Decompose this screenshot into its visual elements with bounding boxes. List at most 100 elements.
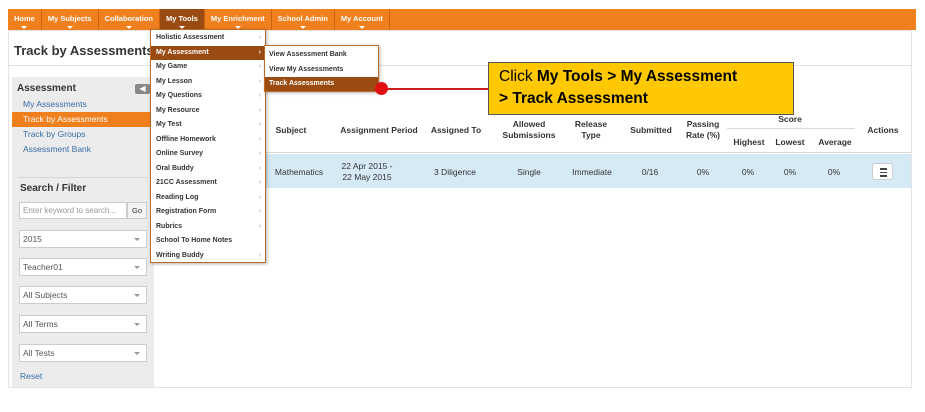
test-select[interactable]: All Tests [19,344,147,362]
submenu-arrow-icon: › [258,150,261,157]
submenu-item-view-my-assessments[interactable]: View My Assessments [265,63,378,77]
search-input[interactable]: Enter keyword to search... [19,202,127,219]
menu-item-label: My Lesson [156,77,193,85]
menu-item-label: My Assessment [156,48,209,56]
menu-item-reading-log[interactable]: Reading Log › [151,191,265,206]
year-select[interactable]: 2015 [19,230,147,248]
cell-period-end: 22 May 2015 [342,172,392,182]
submenu-item-view-assessment-bank[interactable]: View Assessment Bank [265,48,378,62]
menu-item-label: Holistic Assessment [156,34,225,41]
menu-item-my-questions[interactable]: My Questions › [151,89,265,104]
menu-item-my-test[interactable]: My Test › [151,118,265,133]
term-select-value: All Terms [23,319,58,329]
test-select-value: All Tests [23,348,55,358]
my-assessment-submenu: View Assessment Bank View My Assessments T… [264,45,379,92]
menu-item-my-assessment[interactable]: My Assessment › [151,45,265,60]
menu-item-label: My Game [156,63,188,70]
col-allowed-submissions: Allowed Submissions [502,119,556,140]
col-submitted: Submitted [630,125,672,135]
year-select-value: 2015 [23,234,42,244]
nav-item-label: My Subjects [47,14,92,23]
col-passing-rate: Passing Rate (%) [685,119,720,140]
menu-item-label: Online Survey [156,150,204,157]
go-button[interactable]: Go [127,202,147,219]
menu-item-online-survey[interactable]: Online Survey › [151,147,265,162]
submenu-arrow-icon: › [258,121,261,128]
caret-down-icon [66,26,73,29]
menu-item-label: 21CC Assessment [156,179,217,186]
nav-item-label: Collaboration [104,14,153,23]
menu-item-label: Registration Form [156,208,217,215]
submenu-arrow-icon: › [258,164,261,172]
menu-item-oral-buddy[interactable]: Oral Buddy › [151,162,265,177]
nav-item-my-tools[interactable]: My Tools [159,9,205,30]
menu-item-label: My Questions [156,92,202,99]
nav-item-label: My Enrichment [210,14,265,23]
caret-down-icon [299,26,306,29]
sidebar-item-track-by-groups[interactable]: Track by Groups [12,127,154,142]
menu-item-rubrics[interactable]: Rubrics › [151,220,265,235]
actions-menu-button[interactable] [872,163,893,180]
menu-item-my-game[interactable]: My Game › [151,60,265,75]
callout-prefix: Click [499,68,537,85]
nav-item-label: My Account [340,14,384,23]
nav-item-label: School Admin [277,14,328,23]
submenu-arrow-icon: › [258,92,261,99]
submenu-item-track-assessments[interactable]: Track Assessments [265,77,378,91]
nav-item-my-enrichment[interactable]: My Enrichment [205,9,272,30]
submenu-arrow-icon: › [258,208,261,215]
col-assigned-to: Assigned To [430,125,482,135]
submenu-arrow-icon: › [258,63,261,70]
teacher-select[interactable]: Teacher01 [19,258,147,276]
caret-down-icon [358,26,365,29]
list-icon-line [880,171,887,173]
list-icon-line [880,175,887,177]
menu-item-offline-homework[interactable]: Offline Homework › [151,133,265,148]
cell-allowed: Single [517,167,541,177]
menu-item-holistic-assessment[interactable]: Holistic Assessment › [151,31,265,46]
chevron-down-icon [134,323,140,326]
term-select[interactable]: All Terms [19,315,147,333]
callout-line-2: > Track Assessment [499,90,648,107]
header-divider [266,152,911,153]
col-average: Average [818,137,852,147]
subject-select[interactable]: All Subjects [19,286,147,304]
cell-highest: 0% [741,167,755,177]
nav-item-my-account[interactable]: My Account [335,9,391,30]
chevron-down-icon [134,266,140,269]
reset-link[interactable]: Reset [20,371,42,381]
menu-item-label: Oral Buddy [156,164,194,172]
sidebar-item-track-by-assessments[interactable]: Track by Assessments [12,112,154,127]
nav-item-home[interactable]: Home [8,9,42,30]
page-title: Track by Assessments [14,43,154,58]
nav-item-collaboration[interactable]: Collaboration [99,9,160,30]
menu-item-writing-buddy[interactable]: Writing Buddy › [151,249,265,264]
col-release-type: Release Type [574,119,608,140]
collapse-icon[interactable]: ◀ [135,84,150,94]
submenu-arrow-icon: › [258,251,261,259]
menu-item-my-resource[interactable]: My Resource › [151,104,265,119]
my-tools-menu: Holistic Assessment › My Assessment › My Gam… [150,29,266,263]
caret-down-icon [21,26,28,29]
list-icon-line [880,168,887,170]
menu-item-my-lesson[interactable]: My Lesson › [151,75,265,90]
sidebar-item-assessment-bank[interactable]: Assessment Bank [12,142,154,157]
cell-submitted: 0/16 [641,167,659,177]
cell-assigned-to: 3 Diligence [433,167,477,177]
chevron-down-icon [134,294,140,297]
caret-down-icon [125,26,132,29]
col-actions: Actions [867,125,899,135]
chevron-down-icon [134,238,140,241]
nav-item-my-subjects[interactable]: My Subjects [42,9,99,30]
instruction-callout: Click My Tools > My Assessment > Track A… [488,62,794,115]
callout-dot [375,82,388,95]
submenu-arrow-icon: › [258,34,261,41]
menu-item-school-to-home-notes[interactable]: School To Home Notes [151,234,265,249]
sidebar-item-my-assessments[interactable]: My Assessments [12,97,154,112]
menu-item-21cc-assessment[interactable]: 21CC Assessment › [151,176,265,191]
col-lowest: Lowest [775,137,805,147]
submenu-arrow-icon: › [258,106,261,114]
menu-item-registration-form[interactable]: Registration Form › [151,205,265,220]
sidebar-heading: Assessment [17,83,76,94]
nav-item-school-admin[interactable]: School Admin [272,9,335,30]
